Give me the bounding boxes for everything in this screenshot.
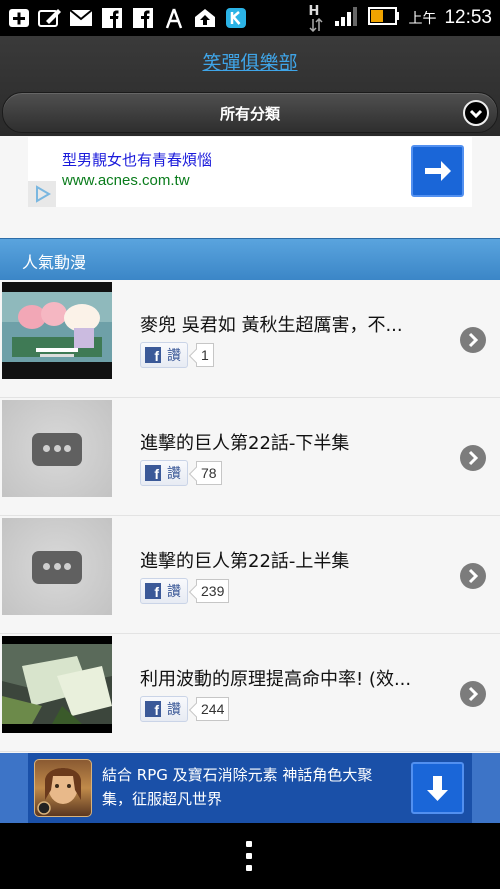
app-title-link[interactable]: 笑彈俱樂部: [0, 48, 500, 75]
overflow-menu-icon[interactable]: [246, 841, 254, 871]
facebook-like-widget: f 讚 239: [140, 578, 230, 604]
game-app-icon[interactable]: [34, 759, 92, 817]
mail-icon: [69, 7, 93, 29]
wifi-tower-icon: [162, 7, 186, 29]
like-label: 讚: [167, 584, 181, 600]
chevron-down-icon: [463, 100, 489, 126]
video-title[interactable]: 進擊的巨人第22話-上半集: [140, 547, 440, 573]
ad-banner-bottom[interactable]: 結合 RPG 及寶石消除元素 神話角色大聚集，征服超凡世界: [0, 753, 500, 823]
signal-icon: [334, 5, 360, 31]
facebook-like-widget: f 讚 244: [140, 696, 230, 722]
category-dropdown[interactable]: 所有分類: [2, 92, 498, 133]
facebook-like-button[interactable]: f 讚: [140, 342, 188, 368]
facebook-like-button[interactable]: f 讚: [140, 578, 188, 604]
facebook-icon: f: [145, 465, 161, 481]
section-title: 人氣動漫: [22, 253, 87, 272]
video-title[interactable]: 麥兜 吳君如 黃秋生超厲害，不...: [140, 311, 440, 337]
section-header: 人氣動漫: [0, 238, 500, 280]
video-thumbnail[interactable]: [2, 282, 112, 379]
ad-title[interactable]: 型男靚女也有青春煩惱: [62, 149, 212, 170]
status-bar: H 上午 12:53: [0, 0, 500, 36]
like-count: 1: [196, 343, 214, 367]
download-button[interactable]: [411, 762, 464, 814]
list-item[interactable]: 進擊的巨人第22話-下半集 f 讚 78: [0, 398, 500, 516]
ad-banner-bottom-inner[interactable]: 結合 RPG 及寶石消除元素 神話角色大聚集，征服超凡世界: [28, 753, 472, 823]
chevron-right-icon[interactable]: [460, 563, 486, 589]
category-label: 所有分類: [219, 105, 280, 123]
list-item[interactable]: 進擊的巨人第22話-上半集 f 讚 239: [0, 516, 500, 634]
video-title[interactable]: 進擊的巨人第22話-下半集: [140, 429, 440, 455]
like-count: 78: [196, 461, 222, 485]
like-count: 244: [196, 697, 230, 721]
video-thumbnail-placeholder[interactable]: [2, 518, 112, 615]
facebook-icon: [100, 7, 124, 29]
plus-box-icon: [7, 7, 31, 29]
clock-ampm: 上午: [408, 11, 437, 27]
k-app-icon: [224, 7, 248, 29]
video-thumbnail[interactable]: [2, 636, 112, 733]
facebook-icon: f: [145, 583, 161, 599]
edit-box-icon: [38, 7, 62, 29]
chevron-right-icon[interactable]: [460, 681, 486, 707]
video-title[interactable]: 利用波動的原理提高命中率! (效...: [140, 665, 440, 691]
list-item[interactable]: 利用波動的原理提高命中率! (效... f 讚 244: [0, 634, 500, 752]
app-header: 笑彈俱樂部 所有分類: [0, 36, 500, 136]
battery-icon: [368, 6, 400, 30]
upload-cloud-icon: [193, 7, 217, 29]
facebook-like-button[interactable]: f 讚: [140, 460, 188, 486]
list-item[interactable]: 麥兜 吳君如 黃秋生超厲害，不... f 讚 1: [0, 280, 500, 398]
facebook-like-button[interactable]: f 讚: [140, 696, 188, 722]
clock-time: 12:53: [444, 7, 492, 28]
ad-arrow-button[interactable]: [411, 145, 464, 197]
like-label: 讚: [167, 348, 181, 364]
more-dots-icon: [32, 551, 82, 584]
ad-choices-icon[interactable]: [28, 181, 56, 207]
h-data-icon: H: [306, 4, 326, 32]
facebook-icon: f: [145, 701, 161, 717]
chevron-right-icon[interactable]: [460, 327, 486, 353]
ad-banner-top[interactable]: 型男靚女也有青春煩惱 www.acnes.com.tw: [28, 137, 472, 207]
like-count: 239: [196, 579, 230, 603]
facebook-icon: f: [145, 347, 161, 363]
facebook-like-widget: f 讚 78: [140, 460, 222, 486]
system-nav-bar: [0, 823, 500, 889]
facebook-like-widget: f 讚 1: [140, 342, 214, 368]
ad-url[interactable]: www.acnes.com.tw: [62, 172, 190, 189]
more-dots-icon: [32, 433, 82, 466]
like-label: 讚: [167, 702, 181, 718]
facebook-icon: [131, 7, 155, 29]
video-thumbnail-placeholder[interactable]: [2, 400, 112, 497]
like-label: 讚: [167, 466, 181, 482]
ad-text[interactable]: 結合 RPG 及寶石消除元素 神話角色大聚集，征服超凡世界: [102, 763, 402, 811]
video-list: 麥兜 吳君如 黃秋生超厲害，不... f 讚 1 進擊的巨人第22話-下半集 f…: [0, 280, 500, 752]
chevron-right-icon[interactable]: [460, 445, 486, 471]
